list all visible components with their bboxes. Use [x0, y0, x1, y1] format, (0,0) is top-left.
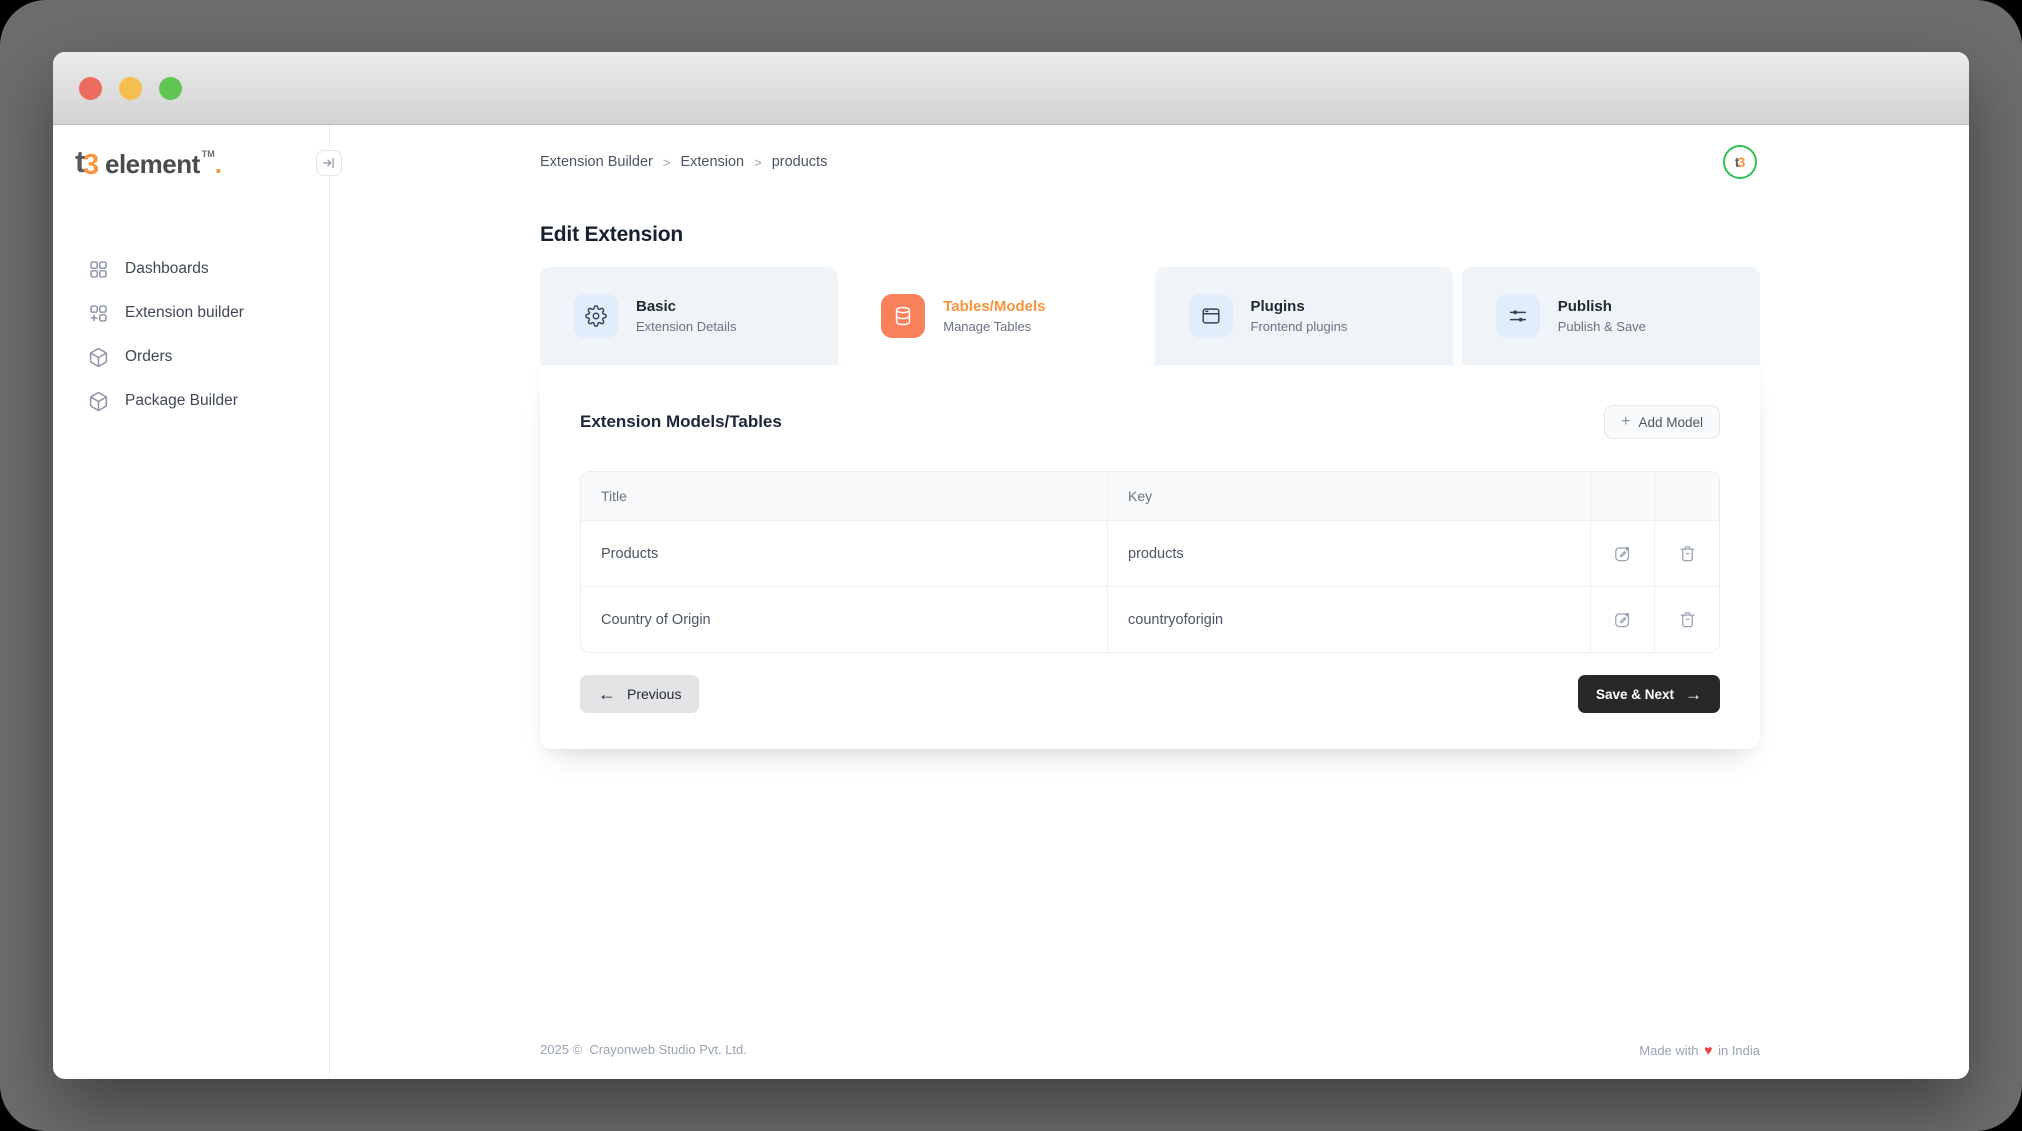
cell-title: Country of Origin: [581, 586, 1108, 652]
tab-panel-tables-models: Extension Models/Tables + Add Model Titl…: [540, 365, 1760, 749]
footer-company: Crayonweb Studio Pvt. Ltd.: [589, 1042, 747, 1057]
save-next-button[interactable]: Save & Next →: [1578, 675, 1720, 713]
sidebar-item-label: Orders: [125, 348, 172, 366]
cube-icon: [88, 391, 109, 412]
add-model-button[interactable]: + Add Model: [1604, 405, 1720, 439]
cube-icon: [88, 347, 109, 368]
sidebar-nav: Dashboards Extension builder: [53, 247, 329, 423]
footer-made-with: Made with ♥ in India: [1639, 1042, 1760, 1058]
column-header-key: Key: [1108, 472, 1591, 520]
column-header-title: Title: [581, 472, 1108, 520]
tab-subtitle: Publish & Save: [1558, 319, 1646, 334]
breadcrumb-separator: >: [754, 155, 762, 170]
previous-button[interactable]: ← Previous: [580, 675, 699, 713]
cell-key: countryoforigin: [1108, 586, 1591, 652]
tab-bar: Basic Extension Details: [540, 267, 1760, 365]
edit-row-button[interactable]: [1613, 544, 1632, 563]
brand-dot: .: [215, 149, 222, 180]
heart-icon: ♥: [1704, 1042, 1712, 1058]
add-model-label: Add Model: [1638, 415, 1703, 430]
brand-logo: t 3 element TM .: [75, 147, 329, 185]
topbar: Extension Builder > Extension > products…: [540, 125, 1757, 199]
column-header-delete: [1655, 472, 1719, 520]
sidebar-item-label: Dashboards: [125, 260, 209, 278]
tab-basic[interactable]: Basic Extension Details: [540, 267, 838, 365]
cell-key: products: [1108, 520, 1591, 586]
arrow-right-icon: →: [1685, 686, 1702, 703]
database-icon: [881, 294, 925, 338]
trademark-symbol: TM: [202, 149, 215, 159]
macos-window: t 3 element TM .: [53, 52, 1969, 1079]
cell-title: Products: [581, 520, 1108, 586]
arrow-left-icon: ←: [598, 685, 616, 703]
breadcrumb-item-extension-builder[interactable]: Extension Builder: [540, 154, 653, 170]
gear-icon: [574, 294, 618, 338]
avatar[interactable]: t 3: [1723, 145, 1757, 179]
column-header-edit: [1591, 472, 1655, 520]
brand-mark: t 3: [75, 147, 105, 185]
edit-icon: [1613, 544, 1632, 563]
tab-tables-models[interactable]: Tables/Models Manage Tables: [847, 267, 1145, 365]
sidebar: t 3 element TM .: [53, 125, 330, 1078]
collapse-right-icon: [322, 156, 336, 170]
sidebar-item-package-builder[interactable]: Package Builder: [73, 379, 309, 423]
brand-name: element: [105, 149, 200, 180]
tab-title: Tables/Models: [943, 298, 1045, 315]
section-title: Extension Models/Tables: [580, 412, 782, 432]
breadcrumb-item-products: products: [772, 154, 828, 170]
tab-title: Basic: [636, 298, 736, 315]
delete-row-button[interactable]: [1678, 544, 1697, 563]
models-table: Title Key Products products: [580, 471, 1720, 653]
breadcrumb: Extension Builder > Extension > products: [540, 154, 827, 170]
minimize-window-button[interactable]: [119, 77, 142, 100]
previous-label: Previous: [627, 686, 681, 702]
edit-row-button[interactable]: [1613, 610, 1632, 629]
grid-icon: [88, 259, 109, 280]
delete-row-button[interactable]: [1678, 610, 1697, 629]
sidebar-item-label: Package Builder: [125, 392, 238, 410]
tab-plugins[interactable]: Plugins Frontend plugins: [1155, 267, 1453, 365]
sidebar-item-extension-builder[interactable]: Extension builder: [73, 291, 309, 335]
trash-icon: [1678, 544, 1697, 563]
browser-icon: [1189, 294, 1233, 338]
collapse-sidebar-button[interactable]: [316, 150, 342, 176]
window-titlebar: [53, 52, 1969, 125]
zoom-window-button[interactable]: [159, 77, 182, 100]
sidebar-item-dashboards[interactable]: Dashboards: [73, 247, 309, 291]
trash-icon: [1678, 610, 1697, 629]
tab-title: Plugins: [1251, 298, 1348, 315]
tab-subtitle: Extension Details: [636, 319, 736, 334]
save-next-label: Save & Next: [1596, 687, 1674, 702]
edit-icon: [1613, 610, 1632, 629]
sidebar-item-orders[interactable]: Orders: [73, 335, 309, 379]
footer-copyright: 2025 © Crayonweb Studio Pvt. Ltd.: [540, 1042, 747, 1058]
tab-title: Publish: [1558, 298, 1646, 315]
tab-subtitle: Frontend plugins: [1251, 319, 1348, 334]
grid-plus-icon: [88, 303, 109, 324]
close-window-button[interactable]: [79, 77, 102, 100]
sliders-icon: [1496, 294, 1540, 338]
tab-publish[interactable]: Publish Publish & Save: [1462, 267, 1760, 365]
plus-icon: +: [1621, 413, 1630, 431]
breadcrumb-separator: >: [663, 155, 671, 170]
sidebar-item-label: Extension builder: [125, 304, 244, 322]
page-footer: 2025 © Crayonweb Studio Pvt. Ltd. Made w…: [540, 1042, 1760, 1058]
breadcrumb-item-extension[interactable]: Extension: [680, 154, 744, 170]
page-title: Edit Extension: [540, 223, 1760, 247]
tab-subtitle: Manage Tables: [943, 319, 1045, 334]
main-content: Extension Builder > Extension > products…: [330, 125, 1969, 1078]
